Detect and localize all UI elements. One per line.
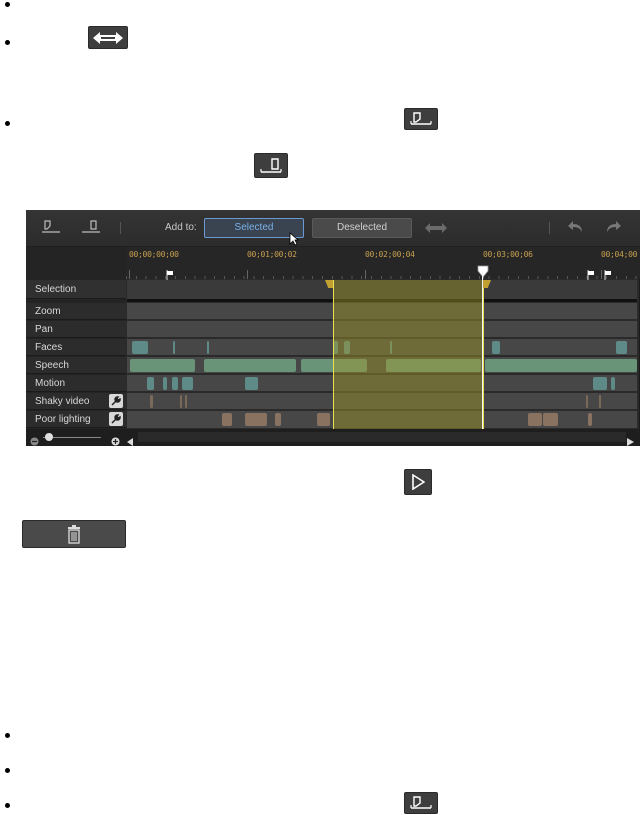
mark-in-icon xyxy=(42,220,60,233)
mark-out-icon xyxy=(254,153,288,178)
row-label-motion: Motion xyxy=(26,375,126,392)
undo-icon xyxy=(568,221,582,232)
row-label-selection: Selection xyxy=(26,280,126,299)
redo-icon xyxy=(607,221,621,232)
mouse-cursor-icon xyxy=(289,232,300,251)
zoom-in-icon xyxy=(111,437,120,446)
shaky-video-settings-button[interactable] xyxy=(109,394,123,408)
speech-segment[interactable] xyxy=(485,359,637,372)
zoom-in-button[interactable] xyxy=(111,433,120,446)
timecode: 00;01;00;02 xyxy=(247,250,297,259)
undo-button[interactable] xyxy=(567,220,585,239)
mark-in-icon xyxy=(404,792,438,814)
zoom-slider-thumb[interactable] xyxy=(45,433,53,441)
editor-panel: Add to: Selected Deselected 00;00;00;00 … xyxy=(26,210,640,446)
faces-segment[interactable] xyxy=(616,341,627,354)
lighting-segment[interactable] xyxy=(222,413,232,426)
mark-in-icon xyxy=(404,108,438,130)
swap-arrows-icon xyxy=(425,223,447,233)
speech-segment[interactable] xyxy=(204,359,296,372)
shaky-segment[interactable] xyxy=(180,395,182,408)
shaky-video-label: Shaky video xyxy=(35,396,90,407)
horizontal-scrollbar[interactable] xyxy=(138,432,626,442)
motion-segment[interactable] xyxy=(163,377,167,390)
poor-lighting-label: Poor lighting xyxy=(35,414,91,425)
bullet xyxy=(5,733,10,738)
motion-segment[interactable] xyxy=(147,377,154,390)
lighting-segment[interactable] xyxy=(317,413,330,426)
mark-out-button[interactable] xyxy=(80,219,102,240)
row-label-faces: Faces xyxy=(26,339,126,356)
separator xyxy=(120,222,121,234)
row-label-zoom: Zoom xyxy=(26,303,126,320)
row-label-pan: Pan xyxy=(26,321,126,338)
swap-arrows-icon xyxy=(88,26,128,49)
motion-segment[interactable] xyxy=(245,377,258,390)
shaky-segment[interactable] xyxy=(586,395,588,408)
shaky-segment[interactable] xyxy=(185,395,187,408)
wrench-icon xyxy=(111,414,121,424)
timecode: 00;02;00;04 xyxy=(365,250,415,259)
scroll-left-icon xyxy=(127,438,133,446)
speech-segment[interactable] xyxy=(130,359,195,372)
bullet xyxy=(5,2,10,7)
bullet xyxy=(5,803,10,808)
lighting-segment[interactable] xyxy=(275,413,281,426)
bullet xyxy=(5,40,10,45)
motion-segment[interactable] xyxy=(611,377,615,390)
swap-button[interactable] xyxy=(424,221,448,239)
trash-button[interactable] xyxy=(22,520,126,548)
timecode: 00;00;00;00 xyxy=(129,250,179,259)
add-to-label: Add to: xyxy=(165,222,197,233)
motion-segment[interactable] xyxy=(593,377,607,390)
poor-lighting-settings-button[interactable] xyxy=(109,412,123,426)
lighting-segment[interactable] xyxy=(543,413,558,426)
bottom-bar xyxy=(26,429,640,446)
lighting-segment[interactable] xyxy=(528,413,542,426)
lighting-segment[interactable] xyxy=(588,413,592,426)
selection-range[interactable] xyxy=(333,280,484,429)
row-label-shaky-video: Shaky video xyxy=(26,393,126,410)
wrench-icon xyxy=(111,396,121,406)
minor-ticks xyxy=(126,276,640,279)
faces-segment[interactable] xyxy=(132,341,148,354)
row-label-poor-lighting: Poor lighting xyxy=(26,411,126,428)
mark-in-button[interactable] xyxy=(40,219,62,240)
trash-icon xyxy=(68,525,80,544)
faces-segment[interactable] xyxy=(173,341,175,354)
faces-segment[interactable] xyxy=(207,341,209,354)
faces-segment[interactable] xyxy=(492,341,500,354)
mark-out-icon xyxy=(82,220,100,233)
timeline-ruler[interactable]: 00;00;00;00 00;01;00;02 00;02;00;04 00;0… xyxy=(126,247,640,280)
playhead-line xyxy=(482,272,483,429)
bullet xyxy=(5,121,10,126)
deselected-button[interactable]: Deselected xyxy=(312,218,412,238)
redo-button[interactable] xyxy=(604,220,622,239)
shaky-segment[interactable] xyxy=(599,395,601,408)
shaky-segment[interactable] xyxy=(150,395,153,408)
play-icon xyxy=(404,469,432,495)
row-label-speech: Speech xyxy=(26,357,126,374)
scroll-left-button[interactable] xyxy=(127,433,134,446)
zoom-out-button[interactable] xyxy=(30,433,39,446)
motion-segment[interactable] xyxy=(172,377,178,390)
bullet xyxy=(5,768,10,773)
scroll-right-button[interactable] xyxy=(627,433,634,446)
lighting-segment[interactable] xyxy=(245,413,267,426)
scroll-right-icon xyxy=(627,438,634,446)
timecode: 00;04;00 xyxy=(601,250,638,259)
timecode: 00;03;00;06 xyxy=(483,250,533,259)
toolbar: Add to: Selected Deselected xyxy=(26,210,640,247)
motion-segment[interactable] xyxy=(182,377,193,390)
separator xyxy=(549,222,550,234)
zoom-out-icon xyxy=(30,437,39,446)
